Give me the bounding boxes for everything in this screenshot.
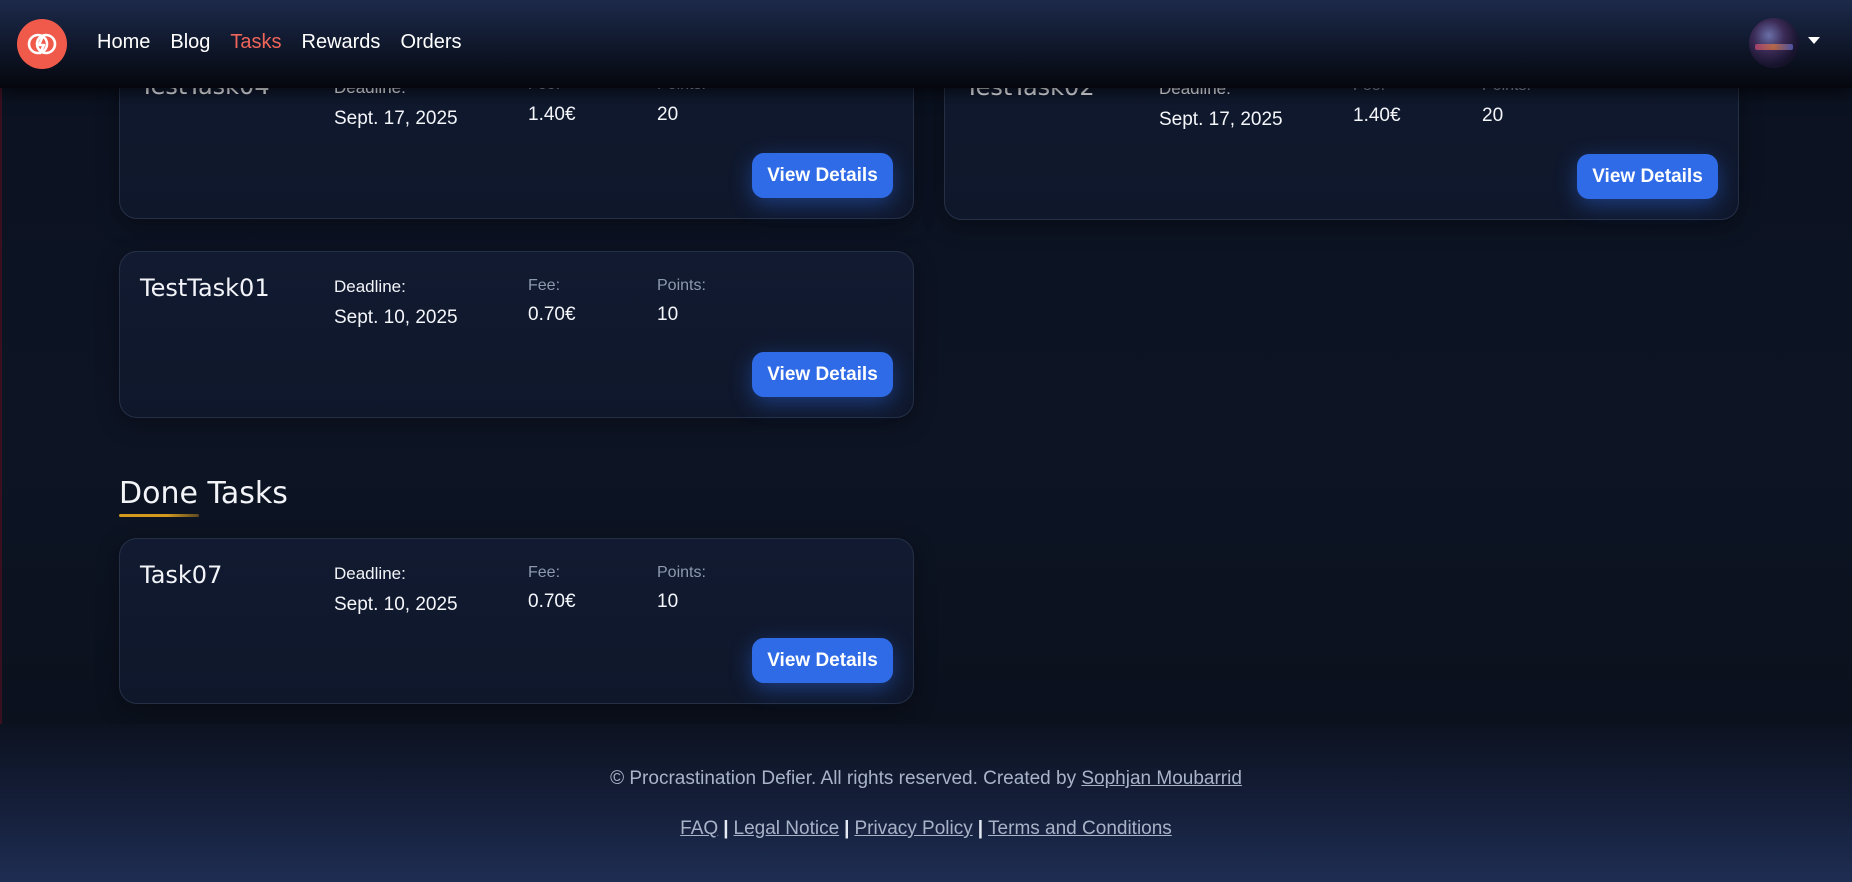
separator: |	[844, 818, 850, 839]
fee-value: 0.70€	[528, 591, 576, 612]
view-details-button[interactable]: View Details	[1577, 154, 1718, 199]
task-card: Task07 Deadline: Sept. 10, 2025 Fee: 0.7…	[119, 538, 914, 704]
copyright-text: © Procrastination Defier. All rights res…	[610, 768, 1077, 789]
deadline-label: Deadline:	[334, 564, 406, 583]
view-details-button[interactable]: View Details	[752, 352, 893, 397]
heading-underline	[119, 514, 199, 517]
author-link[interactable]: Sophjan Moubarrid	[1081, 768, 1242, 789]
legal-notice-link[interactable]: Legal Notice	[734, 818, 840, 839]
deadline-value: Sept. 10, 2025	[334, 307, 458, 328]
nav-blog[interactable]: Blog	[170, 31, 210, 54]
task-card: TestTask01 Deadline: Sept. 10, 2025 Fee:…	[119, 251, 914, 418]
deadline-value: Sept. 10, 2025	[334, 594, 458, 615]
points-value: 10	[657, 304, 679, 325]
top-navbar: Home Blog Tasks Rewards Orders	[0, 0, 1852, 88]
fee-value: 1.40€	[1353, 105, 1401, 126]
task-name: TestTask01	[140, 274, 270, 302]
privacy-policy-link[interactable]: Privacy Policy	[854, 818, 972, 839]
nav-home[interactable]: Home	[97, 31, 150, 54]
task-name: Task07	[140, 561, 223, 589]
nav-orders[interactable]: Orders	[400, 31, 461, 54]
chevron-down-icon[interactable]	[1808, 37, 1820, 44]
points-value: 20	[1482, 105, 1504, 126]
fee-value: 0.70€	[528, 304, 576, 325]
view-details-button[interactable]: View Details	[752, 153, 893, 198]
main-content: TestTask04 Deadline: Sept. 17, 2025 Fee:…	[0, 0, 1852, 724]
points-value: 10	[657, 591, 679, 612]
points-value: 20	[657, 104, 679, 125]
points-label: Points:	[657, 564, 706, 581]
fee-value: 1.40€	[528, 104, 576, 125]
nav-tasks[interactable]: Tasks	[230, 31, 281, 54]
separator: |	[977, 818, 984, 839]
footer: © Procrastination Defier. All rights res…	[0, 724, 1852, 882]
view-details-button[interactable]: View Details	[752, 638, 893, 683]
done-tasks-heading: Done Tasks	[119, 476, 288, 511]
deadline-value: Sept. 17, 2025	[1159, 109, 1283, 130]
logo-icon[interactable]	[17, 19, 67, 69]
nav-rewards[interactable]: Rewards	[302, 31, 381, 54]
deadline-value: Sept. 17, 2025	[334, 108, 458, 129]
footer-copyright: © Procrastination Defier. All rights res…	[0, 768, 1852, 790]
fee-label: Fee:	[528, 564, 561, 581]
points-label: Points:	[657, 277, 706, 294]
fee-label: Fee:	[528, 277, 561, 294]
avatar[interactable]	[1749, 18, 1799, 68]
footer-links: FAQ | Legal Notice | Privacy Policy | Terms an…	[0, 818, 1852, 840]
deadline-label: Deadline:	[334, 277, 406, 296]
separator: |	[723, 818, 729, 839]
nav-links: Home Blog Tasks Rewards Orders	[97, 31, 482, 54]
faq-link[interactable]: FAQ	[680, 818, 718, 839]
terms-link[interactable]: Terms and Conditions	[988, 818, 1172, 839]
